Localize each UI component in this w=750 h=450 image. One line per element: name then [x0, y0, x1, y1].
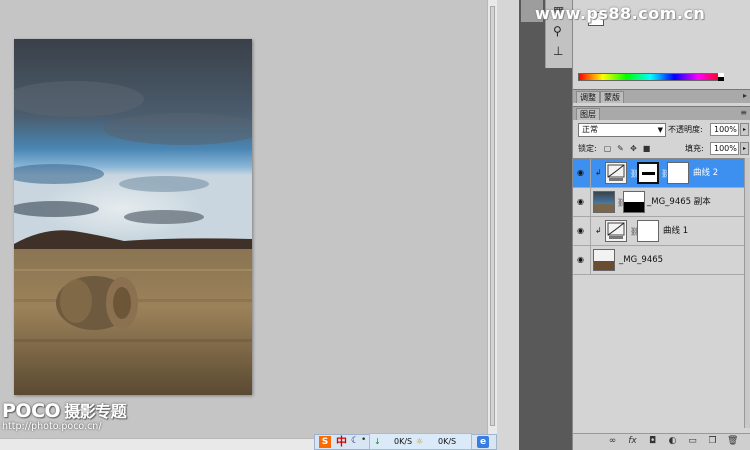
image-thumbnail[interactable]	[593, 249, 615, 271]
tab-layers[interactable]: 图层	[576, 108, 600, 120]
poco-brand: POCO 摄影专题	[2, 398, 127, 422]
lock-all-icon[interactable]: ■	[642, 144, 651, 153]
layers-list: ◉ ↲ ⛓ ⛓ 曲线 2 ◉ ⛓ _MG_9465 副本 ◉ ↲	[573, 158, 744, 428]
layers-tabbar: 图层 ≡	[573, 106, 750, 120]
blend-mode-value: 正常	[582, 125, 598, 134]
layer-name[interactable]: _MG_9465	[619, 255, 663, 265]
visibility-toggle[interactable]: ◉	[573, 217, 591, 245]
new-group-icon[interactable]: ▭	[687, 436, 698, 447]
layer-name[interactable]: 曲线 1	[663, 226, 688, 236]
adjustments-tabbar: 调整 蒙版 ▸	[573, 89, 750, 103]
clip-arrow-icon: ↲	[595, 226, 602, 235]
new-layer-icon[interactable]: ❐	[707, 436, 718, 447]
document-canvas[interactable]	[0, 0, 487, 438]
eye-icon: ◉	[577, 168, 584, 177]
tab-adjustments[interactable]: 调整	[576, 91, 600, 103]
panel-menu-icon[interactable]: ≡	[740, 108, 747, 117]
browser-icon[interactable]: e	[477, 436, 489, 448]
opacity-field[interactable]: 100%	[710, 123, 739, 136]
download-speed: 0K/S	[394, 437, 413, 446]
lock-position-icon[interactable]: ✥	[629, 144, 638, 153]
layer-name[interactable]: 曲线 2	[693, 168, 718, 178]
poco-watermark: POCO 摄影专题 http://photo.poco.cn/	[2, 398, 127, 432]
tab-masks[interactable]: 蒙版	[600, 91, 624, 103]
opacity-slider-button[interactable]: ▸	[740, 123, 749, 136]
link-layers-icon[interactable]: ∞	[607, 436, 618, 447]
clip-arrow-icon: ↲	[595, 168, 602, 177]
eye-icon: ◉	[577, 197, 584, 206]
curves-icon	[607, 164, 625, 181]
curves-icon	[607, 222, 625, 239]
spectrum-bw[interactable]	[718, 73, 724, 81]
upload-icon: ☼	[416, 437, 424, 446]
color-spectrum[interactable]	[578, 73, 723, 81]
curves-thumbnail[interactable]	[605, 162, 627, 184]
panel-gap	[497, 0, 519, 450]
layers-footer: ∞ fx ◘ ◐ ▭ ❐ 🗑	[573, 433, 750, 450]
landscape-photo	[14, 39, 252, 395]
mask-thumbnail[interactable]	[637, 220, 659, 242]
poco-url: http://photo.poco.cn/	[2, 421, 102, 432]
fx-icon[interactable]: fx	[627, 436, 638, 447]
layer-controls: 正常 ▼ 不透明度: 100% ▸ 锁定: ▢ ✎ ✥ ■ 填充: 100% ▸	[573, 120, 750, 158]
chevron-down-icon: ▼	[657, 126, 663, 134]
layer-row[interactable]: ◉ ⛓ _MG_9465 副本	[573, 188, 744, 217]
scrollbar-thumb[interactable]	[490, 6, 495, 426]
image-thumbnail[interactable]	[593, 191, 615, 213]
layer-name[interactable]: _MG_9465 副本	[647, 197, 711, 207]
panel-collapse-icon[interactable]: ▸	[743, 91, 747, 100]
layer-row[interactable]: ◉ ↲ ⛓ 曲线 1	[573, 217, 744, 246]
panels-column: 调整 蒙版 ▸ 图层 ≡ 正常 ▼ 不透明度: 100% ▸ 锁定: ▢ ✎ ✥…	[572, 0, 750, 450]
ime-language[interactable]: 中	[336, 435, 347, 449]
lock-transparency-icon[interactable]: ▢	[603, 144, 612, 153]
layer-row[interactable]: ◉ _MG_9465	[573, 246, 744, 275]
visibility-toggle[interactable]: ◉	[573, 246, 591, 274]
visibility-toggle[interactable]: ◉	[573, 188, 591, 216]
layer-row[interactable]: ◉ ↲ ⛓ ⛓ 曲线 2	[573, 159, 744, 188]
fill-slider-button[interactable]: ▸	[740, 142, 749, 155]
poco-logo: POCO	[2, 400, 61, 422]
second-mask-thumbnail[interactable]	[667, 162, 689, 184]
punctuation-icon[interactable]: •	[361, 435, 366, 445]
blend-mode-select[interactable]: 正常 ▼	[578, 123, 666, 137]
mask-thumbnail[interactable]	[637, 162, 659, 184]
opacity-label: 不透明度:	[668, 125, 703, 134]
poco-subtitle: 摄影专题	[64, 402, 127, 421]
fill-field[interactable]: 100%	[710, 142, 739, 155]
layers-scrollbar[interactable]	[744, 158, 750, 428]
system-tray: S 中 ☾ • ↓ 0K/S ☼ 0K/S e	[314, 433, 497, 450]
trash-icon[interactable]: 🗑	[727, 436, 738, 447]
lock-pixels-icon[interactable]: ✎	[616, 144, 625, 153]
network-speed-widget[interactable]: ↓ 0K/S ☼ 0K/S	[369, 433, 472, 450]
brush-preset-icon[interactable]: ⚲	[553, 24, 562, 38]
curves-thumbnail[interactable]	[605, 220, 627, 242]
eye-icon: ◉	[577, 226, 584, 235]
upload-speed: 0K/S	[438, 437, 457, 446]
canvas-vertical-scrollbar[interactable]	[487, 0, 497, 438]
eye-icon: ◉	[577, 255, 584, 264]
lock-label: 锁定:	[578, 144, 597, 153]
stamp-icon[interactable]: ⊥	[553, 44, 563, 58]
mask-thumbnail[interactable]	[623, 191, 645, 213]
adjustment-layer-icon[interactable]: ◐	[667, 436, 678, 447]
download-arrow-icon: ↓	[374, 437, 381, 446]
add-mask-icon[interactable]: ◘	[647, 436, 658, 447]
moon-icon[interactable]: ☾	[351, 436, 359, 446]
site-watermark: www.ps88.com.cn	[535, 4, 706, 23]
fill-label: 填充:	[685, 144, 704, 153]
ime-logo-icon[interactable]: S	[319, 436, 331, 448]
visibility-toggle[interactable]: ◉	[573, 159, 591, 187]
